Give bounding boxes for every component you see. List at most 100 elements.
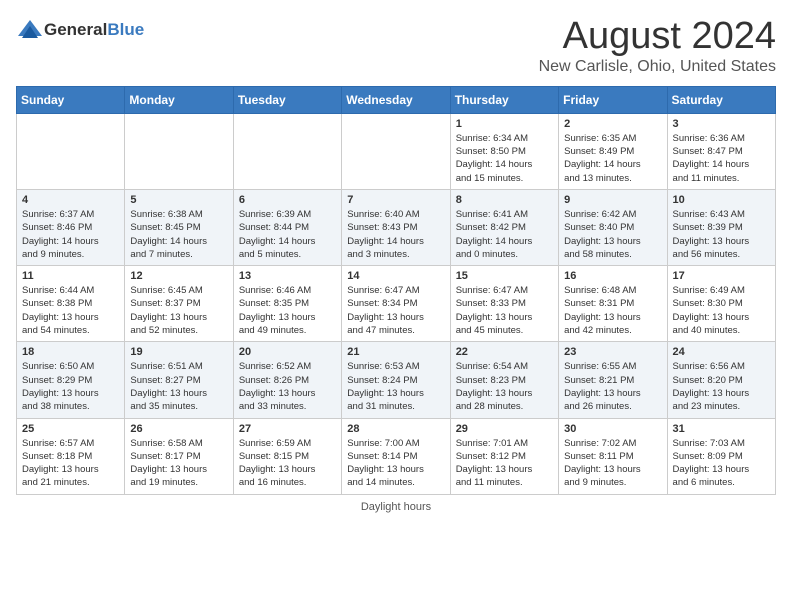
day-number: 16 [564,270,661,282]
calendar-cell: 9Sunrise: 6:42 AMSunset: 8:40 PMDaylight… [559,189,667,265]
day-number: 13 [239,270,336,282]
calendar-cell: 8 Sunrise: 6:41 AMSunset: 8:42 PMDaylight… [450,189,558,265]
day-info: Sunrise: 6:37 AMSunset: 8:46 PMDaylight:… [22,208,119,261]
day-number: 25 [22,423,119,435]
calendar-cell: 28Sunrise: 7:00 AMSunset: 8:14 PMDayligh… [342,418,450,494]
calendar-cell: 30 Sunrise: 7:02 AMSunset: 8:11 PMDayligh… [559,418,667,494]
day-number: 19 [130,346,227,358]
day-info: Sunrise: 7:00 AMSunset: 8:14 PMDaylight:… [347,437,444,490]
day-info: Sunrise: 6:39 AMSunset: 8:44 PMDaylight:… [239,208,336,261]
calendar-cell: 1Sunrise: 6:34 AMSunset: 8:50 PMDaylight… [450,113,558,189]
month-title: August 2024 [539,16,776,58]
calendar-cell: 5Sunrise: 6:38 AMSunset: 8:45 PMDaylight… [125,189,233,265]
day-number: 31 [673,423,770,435]
calendar-cell: 6 Sunrise: 6:39 AMSunset: 8:44 PMDaylight… [233,189,341,265]
weekday-header-friday: Friday [559,86,667,113]
day-number: 10 [673,194,770,206]
day-info: Sunrise: 6:54 AMSunset: 8:23 PMDaylight:… [456,360,553,413]
weekday-header-saturday: Saturday [667,86,775,113]
calendar-cell: 21 Sunrise: 6:53 AMSunset: 8:24 PMDayligh… [342,342,450,418]
day-info: Sunrise: 6:47 AMSunset: 8:33 PMDaylight:… [456,284,553,337]
day-number: 30 [564,423,661,435]
weekday-header-monday: Monday [125,86,233,113]
calendar-week-row: 4Sunrise: 6:37 AMSunset: 8:46 PMDaylight… [17,189,776,265]
day-number: 27 [239,423,336,435]
calendar-cell: 23Sunrise: 6:55 AMSunset: 8:21 PMDayligh… [559,342,667,418]
weekday-header-row: SundayMondayTuesdayWednesdayThursdayFrid… [17,86,776,113]
calendar-cell: 13Sunrise: 6:46 AMSunset: 8:35 PMDayligh… [233,266,341,342]
day-info: Sunrise: 7:03 AMSunset: 8:09 PMDaylight:… [673,437,770,490]
day-info: Sunrise: 6:59 AMSunset: 8:15 PMDaylight:… [239,437,336,490]
calendar-cell: 16 Sunrise: 6:48 AMSunset: 8:31 PMDayligh… [559,266,667,342]
calendar-cell: 19 Sunrise: 6:51 AMSunset: 8:27 PMDayligh… [125,342,233,418]
day-info: Sunrise: 6:53 AMSunset: 8:24 PMDaylight:… [347,360,444,413]
calendar-cell: 10 Sunrise: 6:43 AMSunset: 8:39 PMDayligh… [667,189,775,265]
day-number: 3 [673,118,770,130]
day-info: Sunrise: 7:02 AMSunset: 8:11 PMDaylight:… [564,437,661,490]
day-info: Sunrise: 6:50 AMSunset: 8:29 PMDaylight:… [22,360,119,413]
calendar-table: SundayMondayTuesdayWednesdayThursdayFrid… [16,86,776,495]
calendar-cell: 7Sunrise: 6:40 AMSunset: 8:43 PMDaylight… [342,189,450,265]
day-number: 22 [456,346,553,358]
day-number: 2 [564,118,661,130]
logo-icon [16,16,44,44]
day-info: Sunrise: 6:48 AMSunset: 8:31 PMDaylight:… [564,284,661,337]
day-number: 24 [673,346,770,358]
day-number: 15 [456,270,553,282]
location-subtitle: New Carlisle, Ohio, United States [539,58,776,76]
calendar-cell: 11 Sunrise: 6:44 AMSunset: 8:38 PMDayligh… [17,266,125,342]
day-number: 11 [22,270,119,282]
calendar-cell: 17Sunrise: 6:49 AMSunset: 8:30 PMDayligh… [667,266,775,342]
calendar-cell: 18Sunrise: 6:50 AMSunset: 8:29 PMDayligh… [17,342,125,418]
day-number: 12 [130,270,227,282]
calendar-cell: 22 Sunrise: 6:54 AMSunset: 8:23 PMDayligh… [450,342,558,418]
calendar-cell [233,113,341,189]
calendar-cell: 14 Sunrise: 6:47 AMSunset: 8:34 PMDayligh… [342,266,450,342]
day-info: Sunrise: 6:52 AMSunset: 8:26 PMDaylight:… [239,360,336,413]
day-number: 6 [239,194,336,206]
calendar-cell: 26 Sunrise: 6:58 AMSunset: 8:17 PMDayligh… [125,418,233,494]
footer-note: Daylight hours [16,501,776,513]
logo-general: General [44,20,107,40]
title-area: August 2024 New Carlisle, Ohio, United S… [539,16,776,76]
day-info: Sunrise: 6:36 AMSunset: 8:47 PMDaylight:… [673,132,770,185]
calendar-cell: 12 Sunrise: 6:45 AMSunset: 8:37 PMDayligh… [125,266,233,342]
calendar-cell: 20Sunrise: 6:52 AMSunset: 8:26 PMDayligh… [233,342,341,418]
day-info: Sunrise: 6:43 AMSunset: 8:39 PMDaylight:… [673,208,770,261]
calendar-cell: 25 Sunrise: 6:57 AMSunset: 8:18 PMDayligh… [17,418,125,494]
day-number: 8 [456,194,553,206]
day-info: Sunrise: 6:40 AMSunset: 8:43 PMDaylight:… [347,208,444,261]
calendar-cell: 3 Sunrise: 6:36 AMSunset: 8:47 PMDaylight… [667,113,775,189]
day-info: Sunrise: 6:57 AMSunset: 8:18 PMDaylight:… [22,437,119,490]
weekday-header-wednesday: Wednesday [342,86,450,113]
logo: General Blue [16,16,144,44]
calendar-cell [125,113,233,189]
day-info: Sunrise: 6:35 AMSunset: 8:49 PMDaylight:… [564,132,661,185]
day-number: 29 [456,423,553,435]
day-info: Sunrise: 6:44 AMSunset: 8:38 PMDaylight:… [22,284,119,337]
calendar-cell: 31 Sunrise: 7:03 AMSunset: 8:09 PMDayligh… [667,418,775,494]
day-number: 1 [456,118,553,130]
day-info: Sunrise: 6:58 AMSunset: 8:17 PMDaylight:… [130,437,227,490]
day-info: Sunrise: 6:41 AMSunset: 8:42 PMDaylight:… [456,208,553,261]
day-info: Sunrise: 6:51 AMSunset: 8:27 PMDaylight:… [130,360,227,413]
day-info: Sunrise: 6:56 AMSunset: 8:20 PMDaylight:… [673,360,770,413]
calendar-cell: 2 Sunrise: 6:35 AMSunset: 8:49 PMDaylight… [559,113,667,189]
calendar-cell: 4Sunrise: 6:37 AMSunset: 8:46 PMDaylight… [17,189,125,265]
calendar-cell [342,113,450,189]
day-number: 21 [347,346,444,358]
day-info: Sunrise: 6:49 AMSunset: 8:30 PMDaylight:… [673,284,770,337]
day-info: Sunrise: 6:45 AMSunset: 8:37 PMDaylight:… [130,284,227,337]
calendar-cell: 29 Sunrise: 7:01 AMSunset: 8:12 PMDayligh… [450,418,558,494]
day-number: 9 [564,194,661,206]
weekday-header-tuesday: Tuesday [233,86,341,113]
calendar-week-row: 18Sunrise: 6:50 AMSunset: 8:29 PMDayligh… [17,342,776,418]
day-number: 5 [130,194,227,206]
weekday-header-thursday: Thursday [450,86,558,113]
calendar-cell [17,113,125,189]
day-info: Sunrise: 7:01 AMSunset: 8:12 PMDaylight:… [456,437,553,490]
day-number: 26 [130,423,227,435]
day-info: Sunrise: 6:47 AMSunset: 8:34 PMDaylight:… [347,284,444,337]
calendar-week-row: 25 Sunrise: 6:57 AMSunset: 8:18 PMDayligh… [17,418,776,494]
day-number: 14 [347,270,444,282]
